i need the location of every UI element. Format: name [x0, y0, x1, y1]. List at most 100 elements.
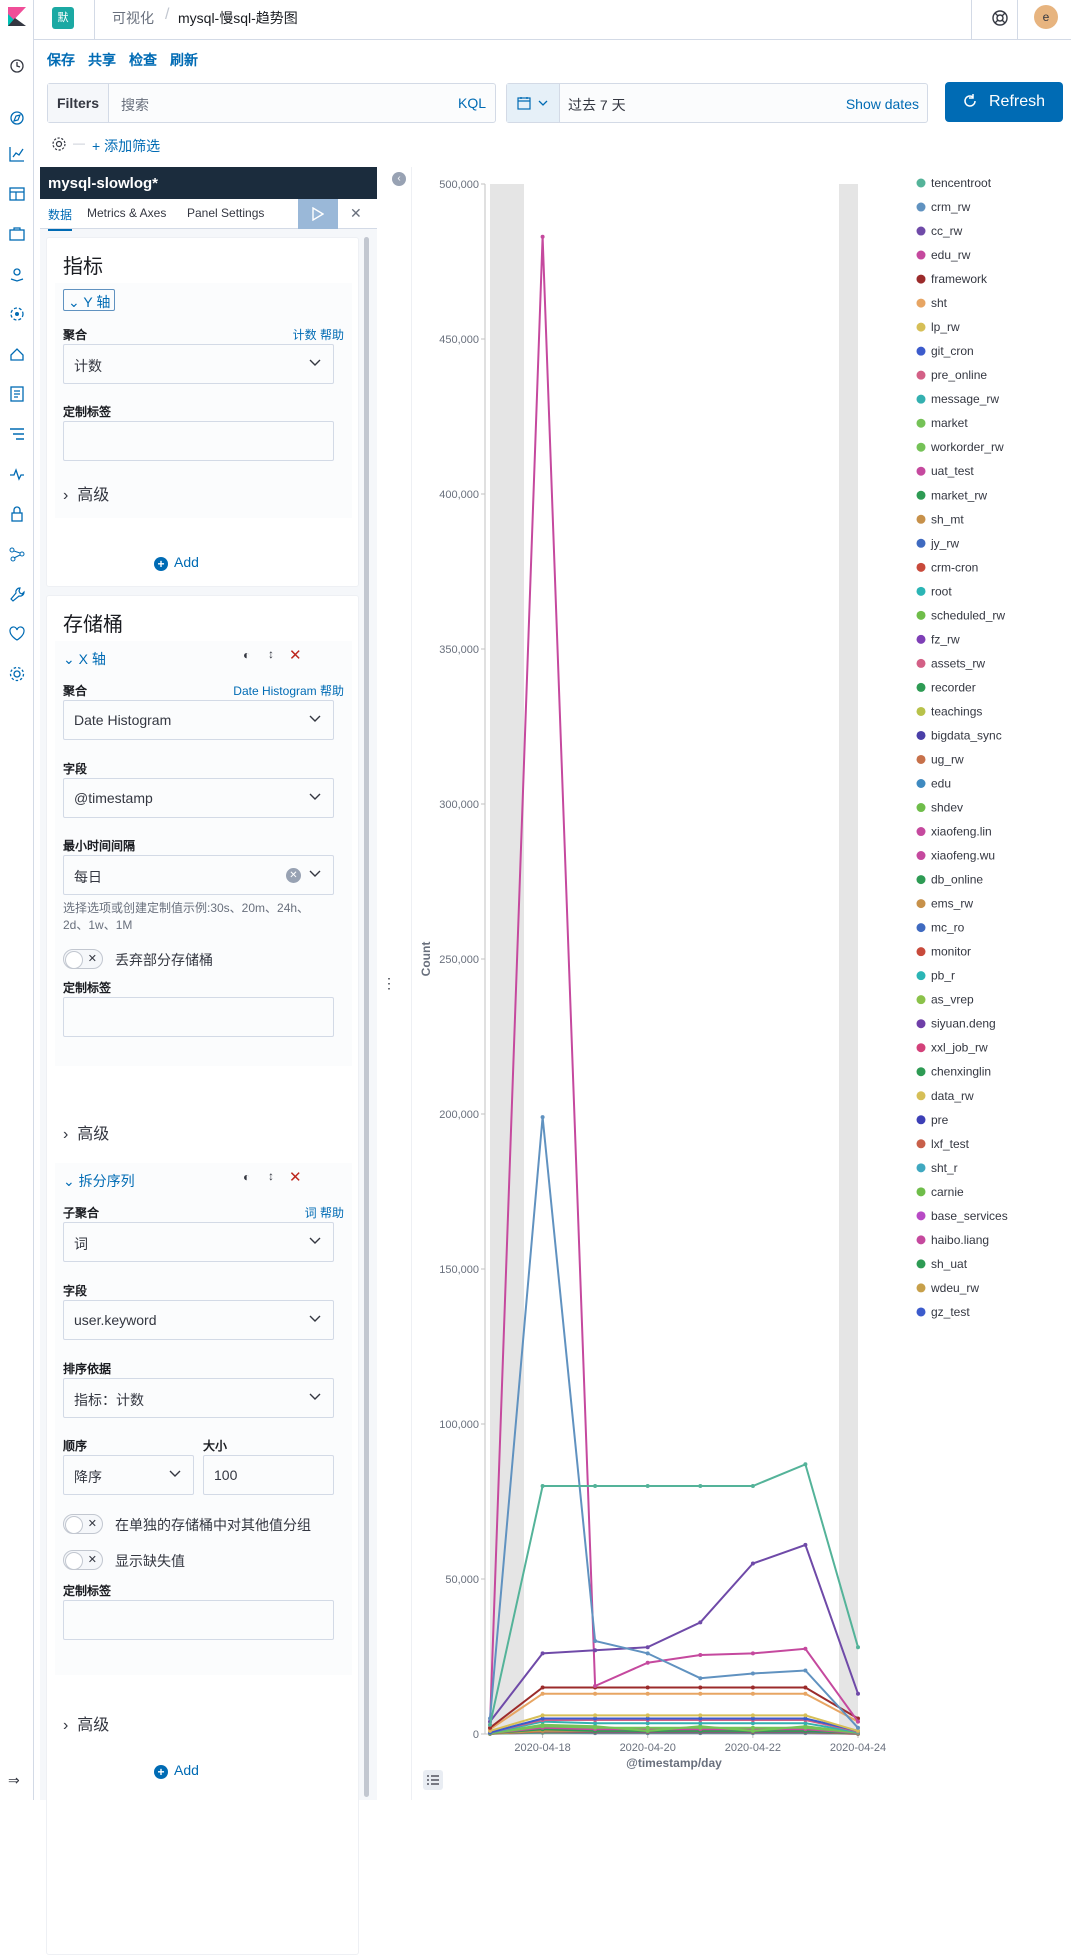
recent-icon[interactable]	[8, 57, 26, 75]
agg-help-link[interactable]: Date Histogram 帮助	[233, 682, 344, 699]
legend-item-label[interactable]: siyuan.deng	[931, 1017, 996, 1031]
save-link[interactable]: 保存	[47, 52, 75, 68]
time-range-text[interactable]: 过去 7 天	[568, 95, 626, 115]
legend-item-label[interactable]: ug_rw	[931, 752, 964, 766]
legend-item-label[interactable]: jy_rw	[930, 536, 959, 550]
legend-item-label[interactable]: recorder	[931, 680, 976, 694]
order-by-select[interactable]: 指标：计数	[63, 1378, 334, 1418]
legend-item-label[interactable]: carnie	[931, 1185, 964, 1199]
legend-item-label[interactable]: data_rw	[931, 1089, 974, 1103]
advanced-toggle[interactable]: › 高级	[63, 481, 109, 505]
legend-item-label[interactable]: root	[931, 584, 952, 598]
inspect-link[interactable]: 检查	[129, 52, 157, 68]
legend-item-label[interactable]: market_rw	[931, 488, 987, 502]
toggle-agg-icon[interactable]: ◐	[243, 648, 250, 662]
agg-select[interactable]: 计数	[63, 344, 334, 384]
ml-icon[interactable]	[8, 305, 26, 323]
legend-item-label[interactable]: message_rw	[931, 392, 999, 406]
legend-item-label[interactable]: gz_test	[931, 1305, 970, 1319]
advanced-toggle[interactable]: › 高级	[63, 1120, 109, 1144]
legend-toggle-button[interactable]	[423, 1770, 443, 1790]
tab-panel-settings[interactable]: Panel Settings	[187, 206, 264, 220]
legend-item-label[interactable]: mc_ro	[931, 921, 965, 935]
legend-item-label[interactable]: uat_test	[931, 464, 974, 478]
share-link[interactable]: 共享	[88, 52, 116, 68]
legend-item-label[interactable]: ems_rw	[931, 897, 973, 911]
legend-item-label[interactable]: pre_online	[931, 368, 987, 382]
legend-item-label[interactable]: git_cron	[931, 344, 974, 358]
interval-select[interactable]: 每日 ✕	[63, 855, 334, 895]
legend-item-label[interactable]: monitor	[931, 945, 971, 959]
legend-item-label[interactable]: base_services	[931, 1209, 1008, 1223]
dev-tools-icon[interactable]	[8, 585, 26, 603]
legend-item-label[interactable]: sh_uat	[931, 1257, 968, 1271]
custom-label-input[interactable]	[63, 421, 334, 461]
legend-item-label[interactable]: bigdata_sync	[931, 728, 1002, 742]
legend-item-label[interactable]: tencentroot	[931, 176, 992, 190]
legend-item-label[interactable]: shdev	[931, 801, 963, 815]
legend-item-label[interactable]: edu_rw	[931, 248, 971, 262]
legend-item-label[interactable]: edu	[931, 777, 951, 791]
legend-item-label[interactable]: lp_rw	[931, 320, 960, 334]
add-bucket-button[interactable]: + Add	[154, 1762, 199, 1779]
legend-item-label[interactable]: sht_r	[931, 1161, 958, 1175]
x-axis-toggle[interactable]: ⌄ X 轴	[63, 649, 106, 669]
apm-icon[interactable]	[8, 425, 26, 443]
logs-icon[interactable]	[8, 385, 26, 403]
order-select[interactable]: 降序	[63, 1455, 194, 1495]
space-avatar[interactable]: 默	[52, 7, 74, 29]
legend-item-label[interactable]: wdeu_rw	[930, 1281, 979, 1295]
split-series-toggle[interactable]: ⌄ 拆分序列	[63, 1171, 135, 1191]
breadcrumb-parent[interactable]: 可视化	[112, 8, 154, 28]
tab-data[interactable]: 数据	[48, 206, 73, 231]
drag-handle-icon[interactable]: ↕	[268, 647, 274, 661]
legend-item-label[interactable]: framework	[931, 272, 988, 286]
editor-scrollbar[interactable]	[364, 237, 369, 1797]
legend-item-label[interactable]: cc_rw	[931, 224, 963, 238]
visualize-icon[interactable]	[8, 145, 26, 163]
legend-item-label[interactable]: chenxinglin	[931, 1065, 991, 1079]
legend-item-label[interactable]: as_vrep	[931, 993, 974, 1007]
apply-button[interactable]	[298, 199, 338, 229]
graph-icon[interactable]	[8, 545, 26, 563]
quick-menu-button[interactable]	[507, 84, 560, 122]
legend-item-label[interactable]: xiaofeng.wu	[931, 849, 995, 863]
legend-item-label[interactable]: pre	[931, 1113, 949, 1127]
legend-item-label[interactable]: db_online	[931, 873, 983, 887]
resize-handle-icon[interactable]: ⋮	[382, 975, 396, 992]
canvas-icon[interactable]	[8, 225, 26, 243]
tab-metrics-axes[interactable]: Metrics & Axes	[87, 206, 166, 220]
field-select[interactable]: user.keyword	[63, 1300, 334, 1340]
legend-item-label[interactable]: sht	[931, 296, 948, 310]
legend-item-label[interactable]: sh_mt	[931, 512, 964, 526]
legend-item-label[interactable]: crm-cron	[931, 560, 978, 574]
show-dates-link[interactable]: Show dates	[846, 96, 919, 112]
kibana-logo[interactable]	[6, 6, 28, 28]
search-input[interactable]: 搜索	[121, 95, 149, 115]
legend-item-label[interactable]: workorder_rw	[930, 440, 1004, 454]
clear-icon[interactable]: ✕	[286, 868, 301, 883]
siem-icon[interactable]	[8, 505, 26, 523]
add-metric-button[interactable]: + Add	[154, 554, 199, 571]
drop-partial-switch[interactable]	[63, 949, 103, 969]
legend-item-label[interactable]: lxf_test	[931, 1137, 970, 1151]
refresh-button[interactable]: Refresh	[945, 82, 1063, 122]
remove-agg-icon[interactable]: ✕	[289, 646, 302, 664]
legend-item-label[interactable]: teachings	[931, 704, 982, 718]
infrastructure-icon[interactable]	[8, 345, 26, 363]
filter-settings-icon[interactable]	[51, 136, 67, 152]
add-filter-link[interactable]: + 添加筛选	[92, 136, 160, 156]
dock-navigation-icon[interactable]: ⇒	[8, 1772, 20, 1789]
uptime-icon[interactable]	[8, 465, 26, 483]
field-select[interactable]: @timestamp	[63, 778, 334, 818]
size-input[interactable]: 100	[203, 1455, 334, 1495]
monitoring-icon[interactable]	[8, 625, 26, 643]
legend-item-label[interactable]: xxl_job_rw	[931, 1041, 988, 1055]
kql-toggle[interactable]: KQL	[458, 95, 486, 111]
maps-icon[interactable]	[8, 265, 26, 283]
agg-help-link[interactable]: 计数 帮助	[293, 326, 344, 343]
sub-agg-select[interactable]: 词	[63, 1222, 334, 1262]
legend-item-label[interactable]: crm_rw	[931, 200, 971, 214]
custom-label-input[interactable]	[63, 1600, 334, 1640]
legend-item-label[interactable]: pb_r	[931, 969, 955, 983]
